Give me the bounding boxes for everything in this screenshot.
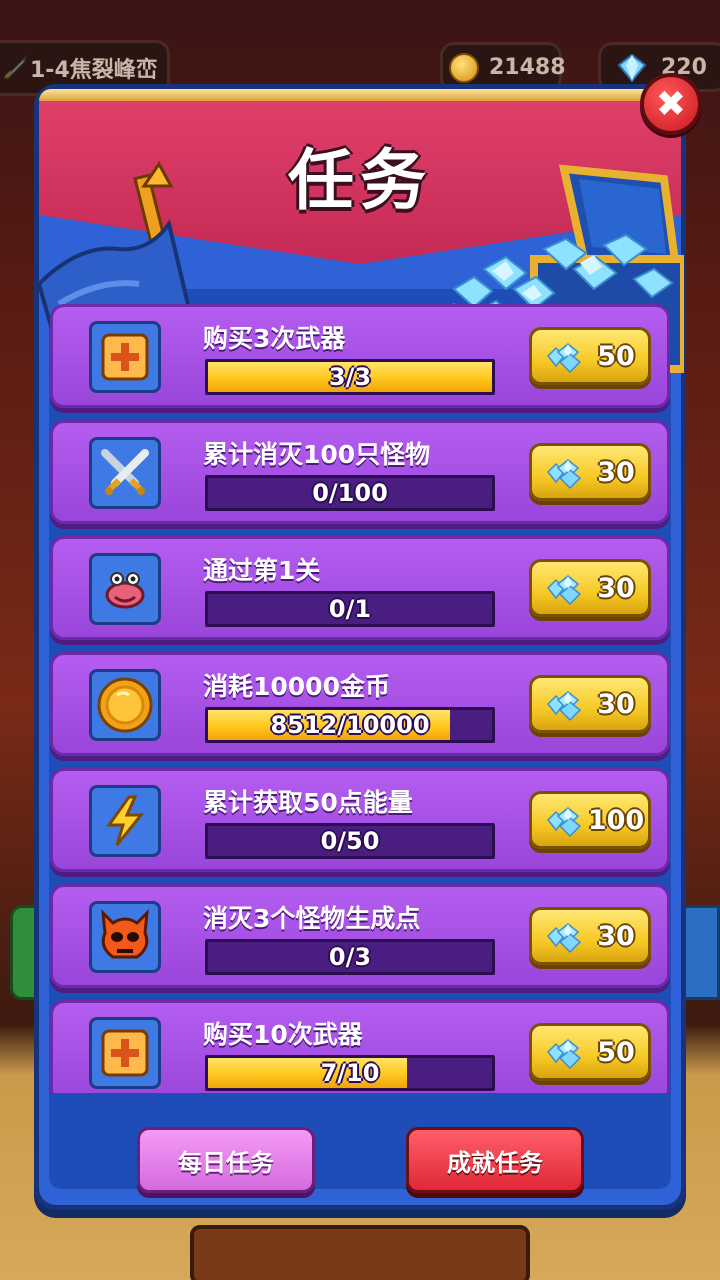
- reward-amount: 30: [597, 688, 635, 720]
- task-progress-bar: 0/100: [205, 475, 495, 511]
- task-title: 累计获取50点能量: [203, 788, 413, 817]
- task-card: 通过第1关 0/1 30: [50, 536, 670, 640]
- coin-icon: [449, 53, 479, 83]
- daily-tasks-tab[interactable]: 每日任务: [137, 1127, 315, 1193]
- reward-amount: 30: [597, 572, 635, 604]
- reward-amount: 30: [597, 456, 635, 488]
- gem-icon: [546, 459, 582, 490]
- gem-icon: [546, 575, 582, 606]
- task-card: 累计获取50点能量 0/50 100: [50, 768, 670, 872]
- gem-icon: [546, 691, 582, 722]
- task-progress-bar: 0/50: [205, 823, 495, 859]
- banner-trim: [39, 89, 681, 101]
- daily-tasks-label: 每日任务: [178, 1148, 274, 1177]
- coin-amount: 21488: [489, 54, 566, 80]
- demon-skull-icon: [89, 901, 161, 973]
- plus-icon: [89, 1017, 161, 1089]
- gem-icon: [546, 923, 582, 954]
- task-card: 累计消灭100只怪物 0/100 30: [50, 420, 670, 524]
- sword-icon: [3, 55, 27, 79]
- reward-amount: 50: [597, 1036, 635, 1068]
- task-progress-bar: 0/3: [205, 939, 495, 975]
- reward-amount: 100: [587, 804, 645, 836]
- task-title: 通过第1关: [203, 556, 321, 585]
- task-card: 消耗10000金币 8512/10000 30: [50, 652, 670, 756]
- task-card: 购买10次武器 7/10 50: [50, 1000, 670, 1093]
- task-card: 购买3次武器 3/3 50: [50, 304, 670, 408]
- task-title: 消耗10000金币: [203, 672, 390, 701]
- monster-face-icon: [89, 553, 161, 625]
- task-progress-text: 0/100: [312, 479, 388, 507]
- task-progress-text: 0/50: [320, 827, 380, 855]
- claim-reward-button[interactable]: 100: [529, 791, 651, 849]
- task-progress-text: 0/3: [328, 943, 372, 971]
- task-title: 累计消灭100只怪物: [203, 440, 431, 469]
- claim-reward-button[interactable]: 30: [529, 559, 651, 617]
- plus-icon: [89, 321, 161, 393]
- close-icon: ✖: [655, 83, 687, 125]
- task-title: 购买3次武器: [203, 324, 346, 353]
- gem-icon: [546, 1039, 582, 1070]
- task-title: 购买10次武器: [203, 1020, 363, 1049]
- task-progress-bar: 8512/10000: [205, 707, 495, 743]
- reward-amount: 50: [597, 340, 635, 372]
- close-button[interactable]: ✖: [640, 73, 702, 135]
- claim-reward-button[interactable]: 30: [529, 675, 651, 733]
- crossed-swords-icon: [89, 437, 161, 509]
- task-progress-bar: 0/1: [205, 591, 495, 627]
- task-title: 消灭3个怪物生成点: [203, 904, 421, 933]
- claim-reward-button[interactable]: 50: [529, 1023, 651, 1081]
- task-progress-bar: 7/10: [205, 1055, 495, 1091]
- task-progress-text: 0/1: [328, 595, 372, 623]
- task-progress-text: 7/10: [320, 1059, 380, 1087]
- claim-reward-button[interactable]: 30: [529, 443, 651, 501]
- lightning-icon: [89, 785, 161, 857]
- achievement-tasks-label: 成就任务: [447, 1148, 543, 1177]
- achievement-tasks-tab[interactable]: 成就任务: [406, 1127, 584, 1193]
- gem-icon: [546, 343, 582, 374]
- task-progress-text: 8512/10000: [270, 711, 430, 739]
- level-label: 1-4焦裂峰峦: [30, 58, 158, 83]
- task-card: 消灭3个怪物生成点 0/3 30: [50, 884, 670, 988]
- task-list[interactable]: 购买3次武器 3/3 50 累计消灭100只怪物 0/100 30 通过第1关 0/1 30 消耗…: [50, 300, 670, 1093]
- bottom-panel-edge: [190, 1225, 530, 1280]
- claim-reward-button[interactable]: 50: [529, 327, 651, 385]
- gem-icon: [617, 53, 647, 83]
- task-progress-text: 3/3: [328, 363, 372, 391]
- task-progress-bar: 3/3: [205, 359, 495, 395]
- reward-amount: 30: [597, 920, 635, 952]
- claim-reward-button[interactable]: 30: [529, 907, 651, 965]
- gold-coin-icon: [89, 669, 161, 741]
- gem-icon: [546, 807, 582, 838]
